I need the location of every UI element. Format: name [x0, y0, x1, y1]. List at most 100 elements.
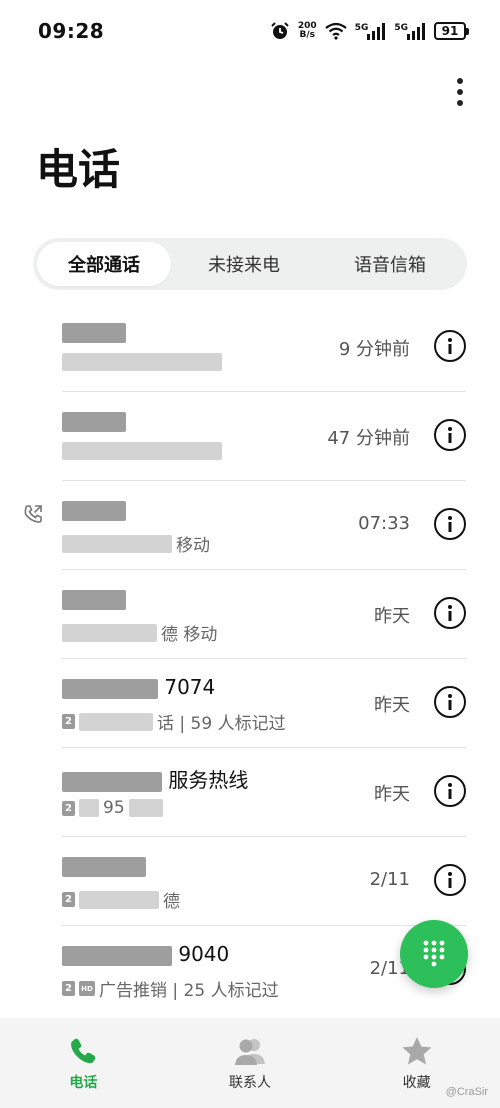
call-info-button[interactable] [434, 864, 466, 896]
info-icon [448, 338, 452, 354]
call-log-row[interactable]: 7074 2 话 | 59 人标记过 昨天 [0, 659, 500, 748]
tab-missed-calls[interactable]: 未接来电 [171, 242, 317, 286]
call-log-row[interactable]: 德 移动 昨天 [0, 570, 500, 659]
redacted-details [62, 442, 222, 460]
more-options-button[interactable] [448, 74, 472, 110]
call-contact-name: 服务热线 [62, 764, 248, 793]
call-time: 昨天 [374, 784, 410, 805]
dialpad-button[interactable] [400, 920, 468, 988]
redacted-details [79, 799, 99, 817]
call-log-list: 9 分钟前 47 分钟前 移动 07:33 德 移动 昨天 7074 2 话 |… [0, 303, 500, 1015]
call-log-row[interactable]: 9 分钟前 [0, 303, 500, 392]
nav-label: 电话 [69, 1075, 98, 1091]
sim-badge: 2 [62, 981, 75, 996]
sim-badge: 2 [62, 892, 75, 907]
call-details-text: 德 [163, 892, 180, 912]
call-log-row[interactable]: 47 分钟前 [0, 392, 500, 481]
status-bar: 09:28 200 B/s 5G 5G 91 [0, 0, 500, 62]
dialpad-icon [423, 940, 445, 967]
call-time: 47 分钟前 [327, 428, 410, 449]
call-time: 昨天 [374, 695, 410, 716]
bottom-navigation: 电话 联系人 收藏 @CraSir [0, 1018, 500, 1108]
contacts-icon [234, 1039, 265, 1065]
call-time: 昨天 [374, 606, 410, 627]
nav-contacts[interactable]: 联系人 [190, 1036, 310, 1092]
call-details: 2 话 | 59 人标记过 [62, 709, 286, 734]
call-details-text: 95 [103, 798, 125, 818]
redacted-name [62, 589, 126, 610]
call-time: 9 分钟前 [338, 339, 410, 360]
info-icon [448, 694, 452, 710]
call-time: 2/11 [369, 869, 410, 890]
redacted-name [62, 856, 146, 877]
call-details: 2 HD 广告推销 | 25 人标记过 [62, 976, 279, 1001]
call-filter-tabs: 全部通话 未接来电 语音信箱 [33, 238, 467, 290]
nav-phone[interactable]: 电话 [23, 1036, 143, 1092]
call-log-row[interactable]: 移动 07:33 [0, 481, 500, 570]
call-details-text: 话 | 59 人标记过 [157, 714, 286, 734]
call-info-button[interactable] [434, 597, 466, 629]
page-title: 电话 [36, 145, 121, 194]
info-icon [448, 516, 452, 532]
alarm-icon [270, 21, 290, 41]
call-contact-name [62, 319, 126, 343]
network-speed-unit: B/s [299, 30, 316, 40]
sim2-signal-icon: 5G [394, 22, 426, 40]
outgoing-call-icon [24, 505, 42, 523]
call-details: 2 95 [62, 798, 163, 818]
nav-label: 联系人 [228, 1075, 271, 1091]
sim-badge: 2 [62, 714, 75, 729]
status-time: 09:28 [38, 19, 105, 43]
call-contact-name [62, 408, 126, 432]
nav-label: 收藏 [402, 1075, 431, 1091]
call-contact-name: 7074 [62, 675, 215, 699]
info-icon [448, 605, 452, 621]
info-icon [448, 872, 452, 888]
battery-icon: 91 [434, 22, 469, 40]
redacted-name [62, 322, 126, 343]
call-number-suffix: 9040 [178, 942, 230, 966]
call-info-button[interactable] [434, 508, 466, 540]
redacted-name [62, 500, 126, 521]
redacted-details [79, 712, 153, 731]
redacted-name [62, 411, 126, 432]
call-contact-name [62, 586, 126, 610]
call-details: 德 移动 [62, 620, 217, 645]
call-contact-name [62, 497, 126, 521]
watermark: @CraSir [445, 1086, 488, 1098]
redacted-details [62, 623, 157, 642]
call-number-suffix: 7074 [164, 675, 216, 699]
more-dot-icon [457, 100, 463, 106]
call-name-suffix: 服务热线 [168, 768, 249, 792]
hd-badge: HD [79, 981, 95, 996]
info-icon [448, 783, 452, 799]
call-details: 移动 [62, 531, 210, 556]
call-details-text: 德 移动 [161, 625, 218, 645]
call-details [62, 442, 222, 460]
call-log-row[interactable]: 服务热线 2 95 昨天 [0, 748, 500, 837]
redacted-details [79, 890, 159, 909]
tab-all-calls[interactable]: 全部通话 [37, 242, 171, 286]
call-log-row[interactable]: 2 德 2/11 [0, 837, 500, 926]
call-info-button[interactable] [434, 775, 466, 807]
call-info-button[interactable] [434, 686, 466, 718]
more-dot-icon [457, 78, 463, 84]
redacted-details [62, 353, 222, 371]
info-icon [448, 427, 452, 443]
nav-favorites[interactable]: 收藏 [357, 1036, 477, 1092]
star-icon [402, 1037, 432, 1065]
status-icons: 200 B/s 5G 5G 91 [270, 21, 469, 41]
call-info-button[interactable] [434, 419, 466, 451]
more-dot-icon [457, 89, 463, 95]
tab-voicemail[interactable]: 语音信箱 [317, 242, 463, 286]
redacted-details [128, 799, 163, 817]
phone-icon [71, 1038, 96, 1064]
call-contact-name [62, 853, 146, 877]
battery-level: 91 [441, 24, 459, 38]
call-details: 2 德 [62, 887, 180, 912]
call-details [62, 353, 222, 371]
redacted-name [62, 678, 158, 699]
network-speed: 200 B/s [298, 22, 317, 40]
call-details-text: 移动 [176, 536, 210, 556]
call-info-button[interactable] [434, 330, 466, 362]
